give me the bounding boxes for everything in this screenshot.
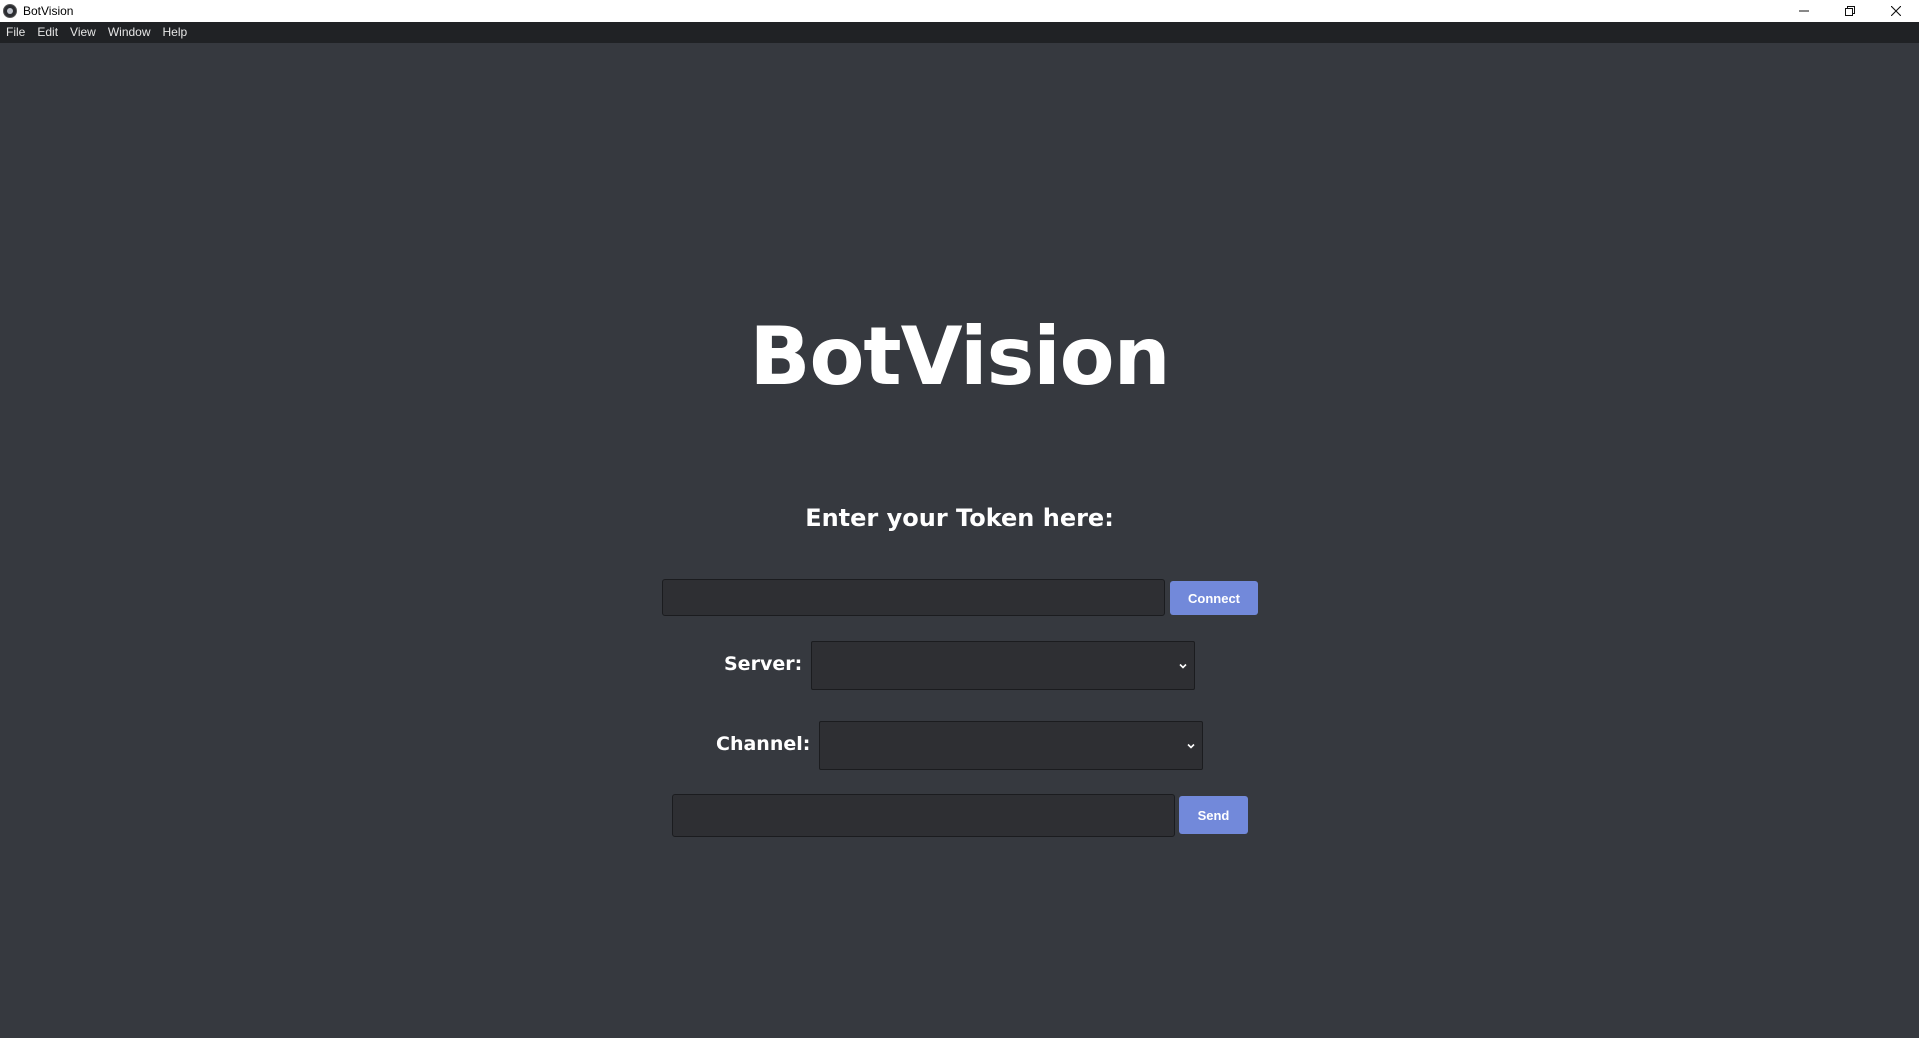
connect-button[interactable]: Connect — [1170, 581, 1258, 615]
server-label: Server: — [724, 653, 803, 675]
window-title: BotVision — [23, 4, 74, 18]
window-titlebar[interactable]: BotVision — [0, 0, 1919, 22]
server-select[interactable] — [811, 641, 1195, 690]
main-content: BotVision Enter your Token here: Connect… — [0, 43, 1919, 1038]
app-heading: BotVision — [749, 310, 1170, 403]
send-button[interactable]: Send — [1179, 796, 1248, 834]
menu-window[interactable]: Window — [102, 22, 157, 43]
minimize-button[interactable] — [1781, 0, 1827, 22]
token-input[interactable] — [662, 579, 1165, 616]
menu-edit[interactable]: Edit — [31, 22, 64, 43]
minimize-icon — [1799, 10, 1809, 12]
channel-select[interactable] — [819, 721, 1203, 770]
close-icon — [1891, 6, 1901, 16]
chevron-down-icon — [1179, 663, 1187, 669]
app-icon — [3, 4, 17, 18]
token-label: Enter your Token here: — [805, 504, 1114, 532]
message-input[interactable] — [672, 794, 1175, 837]
restore-button[interactable] — [1827, 0, 1873, 22]
menu-help[interactable]: Help — [157, 22, 194, 43]
window-controls — [1781, 0, 1919, 22]
menu-view[interactable]: View — [64, 22, 102, 43]
menu-file[interactable]: File — [0, 22, 31, 43]
close-button[interactable] — [1873, 0, 1919, 22]
channel-label: Channel: — [716, 733, 811, 755]
chevron-down-icon — [1187, 743, 1195, 749]
restore-icon — [1845, 6, 1855, 16]
menu-bar: File Edit View Window Help — [0, 22, 1919, 43]
